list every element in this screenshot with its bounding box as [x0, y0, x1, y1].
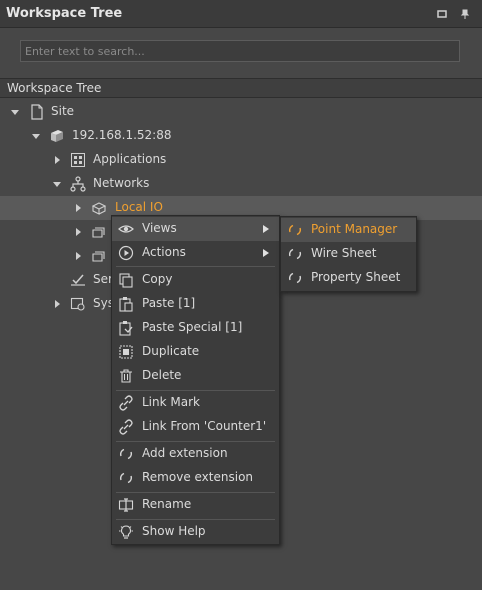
collapse-arrow-icon[interactable] [53, 156, 61, 164]
network-icon [70, 176, 86, 192]
link-icon [119, 395, 133, 411]
menu-item-label: Delete [142, 368, 182, 382]
menu-item-label: Add extension [142, 446, 228, 460]
pin-icon[interactable] [459, 8, 471, 20]
menu-item-label: Link Mark [142, 395, 200, 409]
extension-icon [119, 448, 133, 460]
panel-header: Workspace Tree [0, 0, 482, 28]
rename-icon [118, 498, 134, 512]
context-menu: Views Actions Copy Paste [1] Paste Speci… [111, 215, 280, 545]
menu-item-paste[interactable]: Paste [1] [112, 292, 279, 316]
menu-item-label: Property Sheet [311, 270, 401, 284]
tree-item-label: Local IO [115, 200, 163, 214]
device-icon [92, 251, 105, 262]
menu-item-show-help[interactable]: Show Help [112, 520, 279, 544]
applications-icon [71, 153, 85, 167]
menu-item-label: Show Help [142, 524, 206, 538]
tree-item-label: 192.168.1.52:88 [72, 128, 172, 142]
menu-item-actions[interactable]: Actions [112, 241, 279, 265]
panel-title: Workspace Tree [6, 6, 123, 21]
tree-item-label: Networks [93, 176, 150, 190]
menu-item-link-from[interactable]: Link From 'Counter1' [112, 415, 279, 439]
trash-icon [120, 369, 132, 383]
play-circle-icon [118, 245, 134, 261]
menu-item-add-extension[interactable]: Add extension [112, 442, 279, 466]
extension-icon [119, 472, 133, 484]
views-submenu: Point Manager Wire Sheet Property Sheet [280, 216, 417, 292]
menu-separator [116, 266, 275, 267]
menu-item-rename[interactable]: Rename [112, 493, 279, 517]
expand-arrow-icon[interactable] [11, 108, 19, 116]
system-icon [70, 297, 85, 311]
menu-item-views[interactable]: Views [112, 217, 279, 241]
services-icon [71, 274, 85, 286]
tree-item-site[interactable]: Site [0, 100, 482, 124]
menu-item-label: Views [142, 221, 177, 235]
tree-item-networks[interactable]: Networks [0, 172, 482, 196]
tree-item-station[interactable]: 192.168.1.52:88 [0, 124, 482, 148]
menu-item-label: Copy [142, 272, 173, 286]
collapse-arrow-icon[interactable] [74, 252, 82, 260]
menu-item-remove-extension[interactable]: Remove extension [112, 466, 279, 490]
submenu-item-property-sheet[interactable]: Property Sheet [281, 266, 416, 290]
menu-item-label: Rename [142, 497, 192, 511]
device-icon [91, 202, 107, 215]
submenu-arrow-icon [263, 249, 269, 257]
search-area [0, 28, 482, 76]
expand-arrow-icon[interactable] [53, 180, 61, 188]
tree-item-label: Applications [93, 152, 167, 166]
tree-item-label: Ser [93, 272, 113, 286]
eye-icon [118, 225, 134, 233]
menu-item-copy[interactable]: Copy [112, 268, 279, 292]
link-icon [119, 419, 133, 435]
collapse-arrow-icon[interactable] [53, 300, 61, 308]
menu-item-label: Duplicate [142, 344, 200, 358]
paste-special-icon [119, 321, 133, 336]
tree-item-label: Site [51, 104, 75, 118]
tree-header-label: Workspace Tree [7, 81, 102, 95]
view-icon [288, 248, 302, 260]
menu-item-paste-special[interactable]: Paste Special [1] [112, 316, 279, 340]
submenu-item-wire-sheet[interactable]: Wire Sheet [281, 242, 416, 266]
menu-item-label: Wire Sheet [311, 246, 377, 260]
document-icon [31, 104, 43, 120]
menu-item-link-mark[interactable]: Link Mark [112, 391, 279, 415]
menu-item-label: Actions [142, 245, 186, 259]
menu-item-label: Paste Special [1] [142, 320, 243, 334]
tree-item-applications[interactable]: Applications [0, 148, 482, 172]
collapse-arrow-icon[interactable] [74, 204, 82, 212]
device-icon [92, 227, 105, 238]
menu-item-label: Remove extension [142, 470, 254, 484]
lightbulb-icon [119, 525, 133, 539]
submenu-item-point-manager[interactable]: Point Manager [281, 218, 416, 242]
expand-arrow-icon[interactable] [32, 132, 40, 140]
tree-header: Workspace Tree [0, 78, 482, 98]
view-icon [288, 272, 302, 284]
menu-item-label: Paste [1] [142, 296, 196, 310]
menu-item-duplicate[interactable]: Duplicate [112, 340, 279, 364]
menu-item-label: Link From 'Counter1' [142, 419, 267, 433]
search-input[interactable] [20, 40, 460, 62]
menu-item-label: Point Manager [311, 222, 398, 236]
copy-icon [119, 273, 133, 288]
maximize-icon[interactable] [436, 8, 448, 20]
paste-icon [119, 297, 133, 312]
collapse-arrow-icon[interactable] [74, 228, 82, 236]
station-icon [51, 130, 63, 142]
duplicate-icon [119, 345, 133, 359]
view-icon [288, 224, 302, 236]
menu-item-delete[interactable]: Delete [112, 364, 279, 388]
submenu-arrow-icon [263, 225, 269, 233]
